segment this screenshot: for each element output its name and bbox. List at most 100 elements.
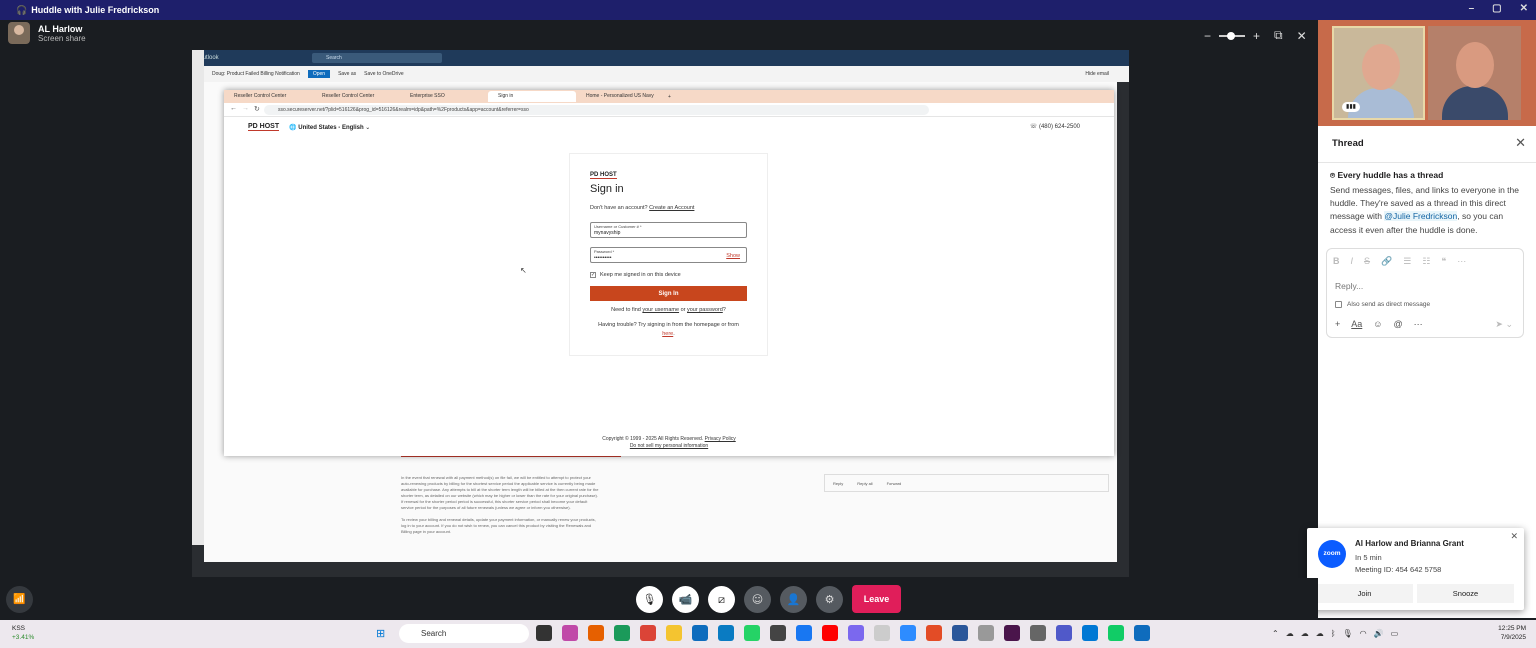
reactions-button[interactable]: ☺: [744, 586, 771, 613]
reply-button[interactable]: Reply: [833, 481, 843, 486]
onedrive-icon[interactable]: ☁: [1286, 629, 1294, 638]
mention-icon[interactable]: @: [1393, 319, 1402, 330]
quote-icon[interactable]: ❝: [1441, 256, 1446, 267]
app-icon-1[interactable]: [718, 625, 734, 641]
leave-button[interactable]: Leave: [852, 585, 901, 613]
sign-in-button[interactable]: Sign In: [590, 286, 747, 301]
video-tile-julie-fredrickson[interactable]: [1428, 26, 1521, 120]
reply-input[interactable]: Reply...: [1335, 281, 1363, 291]
tab-reseller-2[interactable]: Reseller Control Center: [312, 91, 400, 102]
slack-icon[interactable]: [1004, 625, 1020, 641]
app-icon-5[interactable]: [926, 625, 942, 641]
tab-home-navy[interactable]: Home - Personalized US Navy: [576, 91, 664, 102]
file-explorer-icon[interactable]: [666, 625, 682, 641]
video-tile-al-harlow[interactable]: ▮▮▮: [1332, 26, 1425, 120]
zoom-out-icon[interactable]: −: [1204, 29, 1211, 43]
tab-reseller-1[interactable]: Reseller Control Center: [224, 91, 312, 102]
close-thread-icon[interactable]: ✕: [1515, 135, 1526, 151]
facebook-icon[interactable]: [796, 625, 812, 641]
app-icon-3[interactable]: [848, 625, 864, 641]
do-not-sell-link[interactable]: Do not sell my personal information: [630, 443, 708, 449]
settings-button[interactable]: ⚙: [816, 586, 843, 613]
battery-icon[interactable]: ▭: [1391, 629, 1399, 638]
emoji-icon[interactable]: ☺: [1373, 319, 1382, 330]
new-tab-icon[interactable]: +: [668, 94, 671, 100]
wifi-icon[interactable]: ◠: [1360, 629, 1367, 638]
cloud-icon-2[interactable]: ☁: [1316, 629, 1324, 638]
outlook-new-icon[interactable]: [1134, 625, 1150, 641]
outlook-icon[interactable]: [692, 625, 708, 641]
forward-icon[interactable]: →: [242, 105, 249, 112]
task-view-icon[interactable]: [536, 625, 552, 641]
bluetooth-icon[interactable]: ᛒ: [1331, 629, 1336, 638]
privacy-link[interactable]: Privacy Policy: [705, 436, 736, 442]
numbered-list-icon[interactable]: ☷: [1422, 256, 1430, 267]
windows-start-icon[interactable]: ⊞: [376, 627, 385, 640]
zoom-taskbar-icon[interactable]: [900, 625, 916, 641]
volume-icon[interactable]: 🔊: [1374, 629, 1384, 638]
app-icon-2[interactable]: [770, 625, 786, 641]
find-username-link[interactable]: your username: [642, 307, 679, 313]
plus-icon[interactable]: +: [1335, 319, 1340, 330]
show-password-button[interactable]: Show: [726, 253, 740, 259]
signal-icon[interactable]: 📶: [6, 586, 33, 613]
minimize-button[interactable]: –: [1469, 3, 1475, 14]
keep-signed-in-checkbox[interactable]: ✓ Keep me signed in on this device: [590, 272, 681, 278]
create-account-link[interactable]: Create an Account: [649, 205, 694, 211]
mic-tray-icon[interactable]: 🎙: [1343, 629, 1353, 638]
edge-icon[interactable]: [614, 625, 630, 641]
add-people-button[interactable]: 👤: [780, 586, 807, 613]
region-selector[interactable]: 🌐 United States - English ⌄: [289, 124, 370, 131]
cloud-icon[interactable]: ☁: [1301, 629, 1309, 638]
more-format-icon[interactable]: ⋯: [1457, 256, 1466, 267]
app-icon-7[interactable]: [978, 625, 994, 641]
chrome-icon[interactable]: [640, 625, 656, 641]
maximize-button[interactable]: ▢: [1492, 3, 1501, 14]
username-field[interactable]: Username or Customer # * mynavyship: [590, 222, 747, 238]
support-phone[interactable]: ☏ (480) 624-2500: [1030, 123, 1080, 130]
save-onedrive-button[interactable]: Save to OneDrive: [364, 71, 403, 77]
link-icon[interactable]: 🔗: [1381, 256, 1392, 267]
screen-share-button[interactable]: ⧄: [708, 586, 735, 613]
close-button[interactable]: ✕: [1520, 3, 1528, 14]
close-share-icon[interactable]: ✕: [1297, 29, 1307, 43]
also-send-checkbox[interactable]: Also send as direct message: [1335, 301, 1430, 308]
camera-button[interactable]: 📹: [672, 586, 699, 613]
settings-taskbar-icon[interactable]: [1030, 625, 1046, 641]
hide-email-button[interactable]: Hide email: [1085, 71, 1109, 77]
reload-icon[interactable]: ↻: [254, 105, 260, 113]
snooze-button[interactable]: Snooze: [1417, 584, 1514, 603]
chevron-up-icon[interactable]: ⌃: [1272, 629, 1279, 638]
strike-icon[interactable]: S: [1364, 256, 1370, 267]
firefox-icon[interactable]: [588, 625, 604, 641]
clock[interactable]: 12:25 PM 7/9/2025: [1498, 624, 1526, 642]
mention-julie[interactable]: @Julie Fredrickson: [1384, 211, 1458, 222]
here-link[interactable]: here: [662, 331, 673, 337]
tab-enterprise-sso[interactable]: Enterprise SSO: [400, 91, 488, 102]
password-field[interactable]: Password * •••••••••• Show: [590, 247, 747, 263]
send-icon[interactable]: ➤ ⌄: [1495, 319, 1513, 330]
open-button[interactable]: Open: [307, 70, 331, 78]
close-notification-icon[interactable]: ✕: [1510, 531, 1518, 542]
microphone-button[interactable]: 🎙: [636, 586, 663, 613]
teams-icon[interactable]: [1056, 625, 1072, 641]
copilot-icon[interactable]: [562, 625, 578, 641]
app-icon-9[interactable]: [1108, 625, 1124, 641]
find-password-link[interactable]: your password: [687, 307, 723, 313]
bullet-list-icon[interactable]: ☰: [1403, 256, 1411, 267]
url-input[interactable]: sso.secureserver.net/?plid=516126&prog_i…: [264, 105, 929, 115]
reply-all-button[interactable]: Reply all: [857, 481, 872, 486]
back-icon[interactable]: ←: [230, 105, 237, 112]
app-icon-8[interactable]: [1082, 625, 1098, 641]
stock-widget[interactable]: KSS +3.41%: [12, 624, 34, 642]
italic-icon[interactable]: I: [1351, 256, 1354, 267]
join-button[interactable]: Join: [1316, 584, 1413, 603]
outlook-search[interactable]: Search: [312, 53, 442, 63]
zoom-in-icon[interactable]: +: [1253, 29, 1260, 43]
zoom-slider[interactable]: [1219, 31, 1246, 40]
bold-icon[interactable]: B: [1333, 256, 1340, 267]
taskbar-search[interactable]: Search: [399, 624, 529, 643]
text-format-icon[interactable]: Aa: [1351, 319, 1362, 330]
whatsapp-icon[interactable]: [744, 625, 760, 641]
tab-sign-in[interactable]: Sign in: [488, 91, 576, 102]
